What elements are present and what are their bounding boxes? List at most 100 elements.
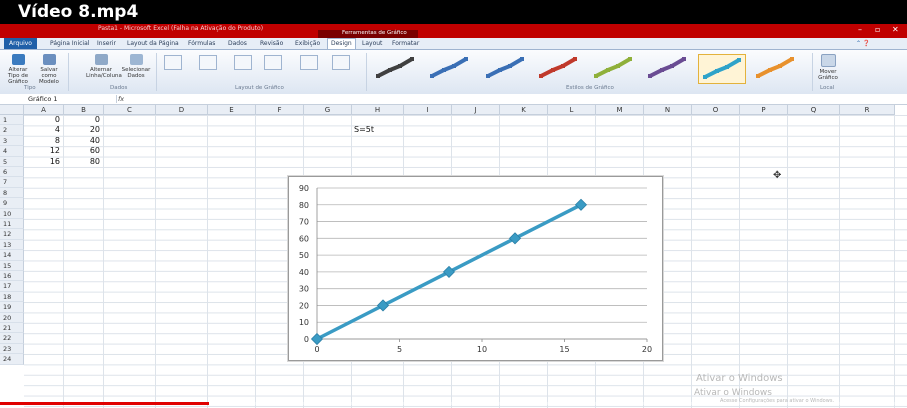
column-header-A[interactable]: A [24, 105, 64, 115]
column-header-Q[interactable]: Q [788, 105, 840, 115]
window-title: Pasta1 - Microsoft Excel (Falha na Ativa… [98, 25, 264, 32]
chart-layout-4[interactable] [264, 55, 282, 70]
column-header-F[interactable]: F [256, 105, 304, 115]
tab-insert[interactable]: Inserir [97, 40, 116, 47]
chart-style-option[interactable] [482, 54, 528, 82]
select-data-icon [129, 54, 143, 65]
restore-icon[interactable]: ▫ [875, 25, 880, 34]
name-box[interactable]: Gráfico 1 [18, 95, 117, 103]
chart-style-option[interactable] [372, 54, 418, 82]
column-header-R[interactable]: R [840, 105, 895, 115]
cell-B3[interactable]: 40 [60, 136, 100, 146]
row-header-22[interactable]: 22 [0, 333, 24, 344]
grid-line [787, 115, 788, 408]
cell-A1[interactable]: 0 [20, 115, 60, 125]
chart-layout-2[interactable] [199, 55, 217, 70]
save-as-template-button[interactable]: Salvar como Modelo [34, 54, 64, 85]
column-header-M[interactable]: M [596, 105, 644, 115]
row-header-21[interactable]: 21 [0, 323, 24, 334]
cell-A2[interactable]: 4 [20, 125, 60, 135]
column-header-I[interactable]: I [404, 105, 452, 115]
column-header-E[interactable]: E [208, 105, 256, 115]
ribbon-separator [366, 53, 367, 91]
move-chart-button[interactable]: Mover Gráfico [814, 54, 842, 81]
row-header-14[interactable]: 14 [0, 250, 24, 261]
fx-icon[interactable]: fx [118, 95, 124, 103]
video-title: Vídeo 8.mp4 [18, 2, 139, 22]
ribbon-separator [812, 53, 813, 91]
x-tick-label: 20 [642, 345, 652, 354]
column-header-K[interactable]: K [500, 105, 548, 115]
column-header-D[interactable]: D [156, 105, 208, 115]
cell-A4[interactable]: 12 [20, 146, 60, 156]
column-header-J[interactable]: J [452, 105, 500, 115]
tab-formulas[interactable]: Fórmulas [188, 40, 215, 47]
tab-data[interactable]: Dados [228, 40, 247, 47]
cell-B4[interactable]: 60 [60, 146, 100, 156]
chart-layout-5[interactable] [300, 55, 318, 70]
chart-style-option[interactable] [590, 54, 636, 82]
column-header-N[interactable]: N [644, 105, 692, 115]
cell-B5[interactable]: 80 [60, 157, 100, 167]
column-header-B[interactable]: B [64, 105, 104, 115]
cell-A5[interactable]: 16 [20, 157, 60, 167]
cell-A3[interactable]: 8 [20, 136, 60, 146]
chart-layout-1[interactable] [164, 55, 182, 70]
tab-layout[interactable]: Layout [362, 40, 382, 47]
close-icon[interactable]: ✕ [892, 25, 899, 34]
column-header-L[interactable]: L [548, 105, 596, 115]
change-chart-type-button[interactable]: Alterar Tipo de Gráfico [2, 54, 34, 85]
row-header-19[interactable]: 19 [0, 302, 24, 313]
minimize-icon[interactable]: – [858, 25, 862, 34]
tab-home[interactable]: Página Inicial [50, 40, 89, 47]
column-header-G[interactable]: G [304, 105, 352, 115]
row-header-6[interactable]: 6 [0, 167, 24, 178]
group-chart-styles-label: Estilos de Gráfico [566, 85, 614, 91]
chart-style-option[interactable] [698, 54, 746, 84]
switch-row-column-button[interactable]: Alternar Linha/Coluna [86, 54, 122, 79]
line-chart: 0 10 20 30 40 50 60 70 80 90 0 5 10 15 20 [299, 184, 652, 354]
row-header-8[interactable]: 8 [0, 187, 24, 199]
row-header-24[interactable]: 24 [0, 354, 24, 365]
column-header-P[interactable]: P [740, 105, 788, 115]
select-all-corner[interactable] [0, 105, 24, 115]
group-type-label: Tipo [24, 85, 36, 91]
row-header-20[interactable]: 20 [0, 312, 24, 323]
tab-design[interactable]: Design [327, 38, 356, 49]
chart-style-option[interactable] [752, 54, 798, 82]
row-header-11[interactable]: 11 [0, 219, 24, 230]
row-header-9[interactable]: 9 [0, 198, 24, 209]
chart-object[interactable]: 0 10 20 30 40 50 60 70 80 90 0 5 10 15 20 [288, 176, 663, 361]
row-header-17[interactable]: 17 [0, 281, 24, 292]
select-data-button[interactable]: Selecionar Dados [120, 54, 152, 79]
tab-file[interactable]: Arquivo [4, 38, 37, 49]
column-header-H[interactable]: H [352, 105, 404, 115]
select-data-label: Selecionar Dados [121, 67, 151, 79]
row-header-15[interactable]: 15 [0, 260, 24, 271]
switch-row-column-icon [94, 54, 108, 65]
row-header-12[interactable]: 12 [0, 229, 24, 240]
cell-B2[interactable]: 20 [60, 125, 100, 135]
row-header-10[interactable]: 10 [0, 208, 24, 219]
column-header-O[interactable]: O [692, 105, 740, 115]
row-header-13[interactable]: 13 [0, 239, 24, 251]
cell-B1[interactable]: 0 [60, 115, 100, 125]
chart-style-option[interactable] [644, 54, 690, 82]
chart-style-option[interactable] [426, 54, 472, 82]
tab-view[interactable]: Exibição [295, 40, 320, 47]
tab-format[interactable]: Formatar [392, 40, 419, 47]
chart-layout-6[interactable] [332, 55, 350, 70]
row-header-23[interactable]: 23 [0, 343, 24, 355]
row-header-18[interactable]: 18 [0, 291, 24, 303]
chart-layout-3[interactable] [234, 55, 252, 70]
ribbon-collapse-icon[interactable]: ⌃ ❓ [856, 40, 870, 47]
column-header-C[interactable]: C [104, 105, 156, 115]
video-progress-fill [0, 402, 209, 405]
row-header-16[interactable]: 16 [0, 271, 24, 282]
chart-style-option[interactable] [535, 54, 581, 82]
video-progress-bar[interactable] [0, 402, 907, 405]
row-header-7[interactable]: 7 [0, 177, 24, 188]
cell-H2[interactable]: S=5t [354, 125, 394, 135]
tab-page-layout[interactable]: Layout da Página [127, 40, 179, 47]
tab-review[interactable]: Revisão [260, 40, 283, 47]
